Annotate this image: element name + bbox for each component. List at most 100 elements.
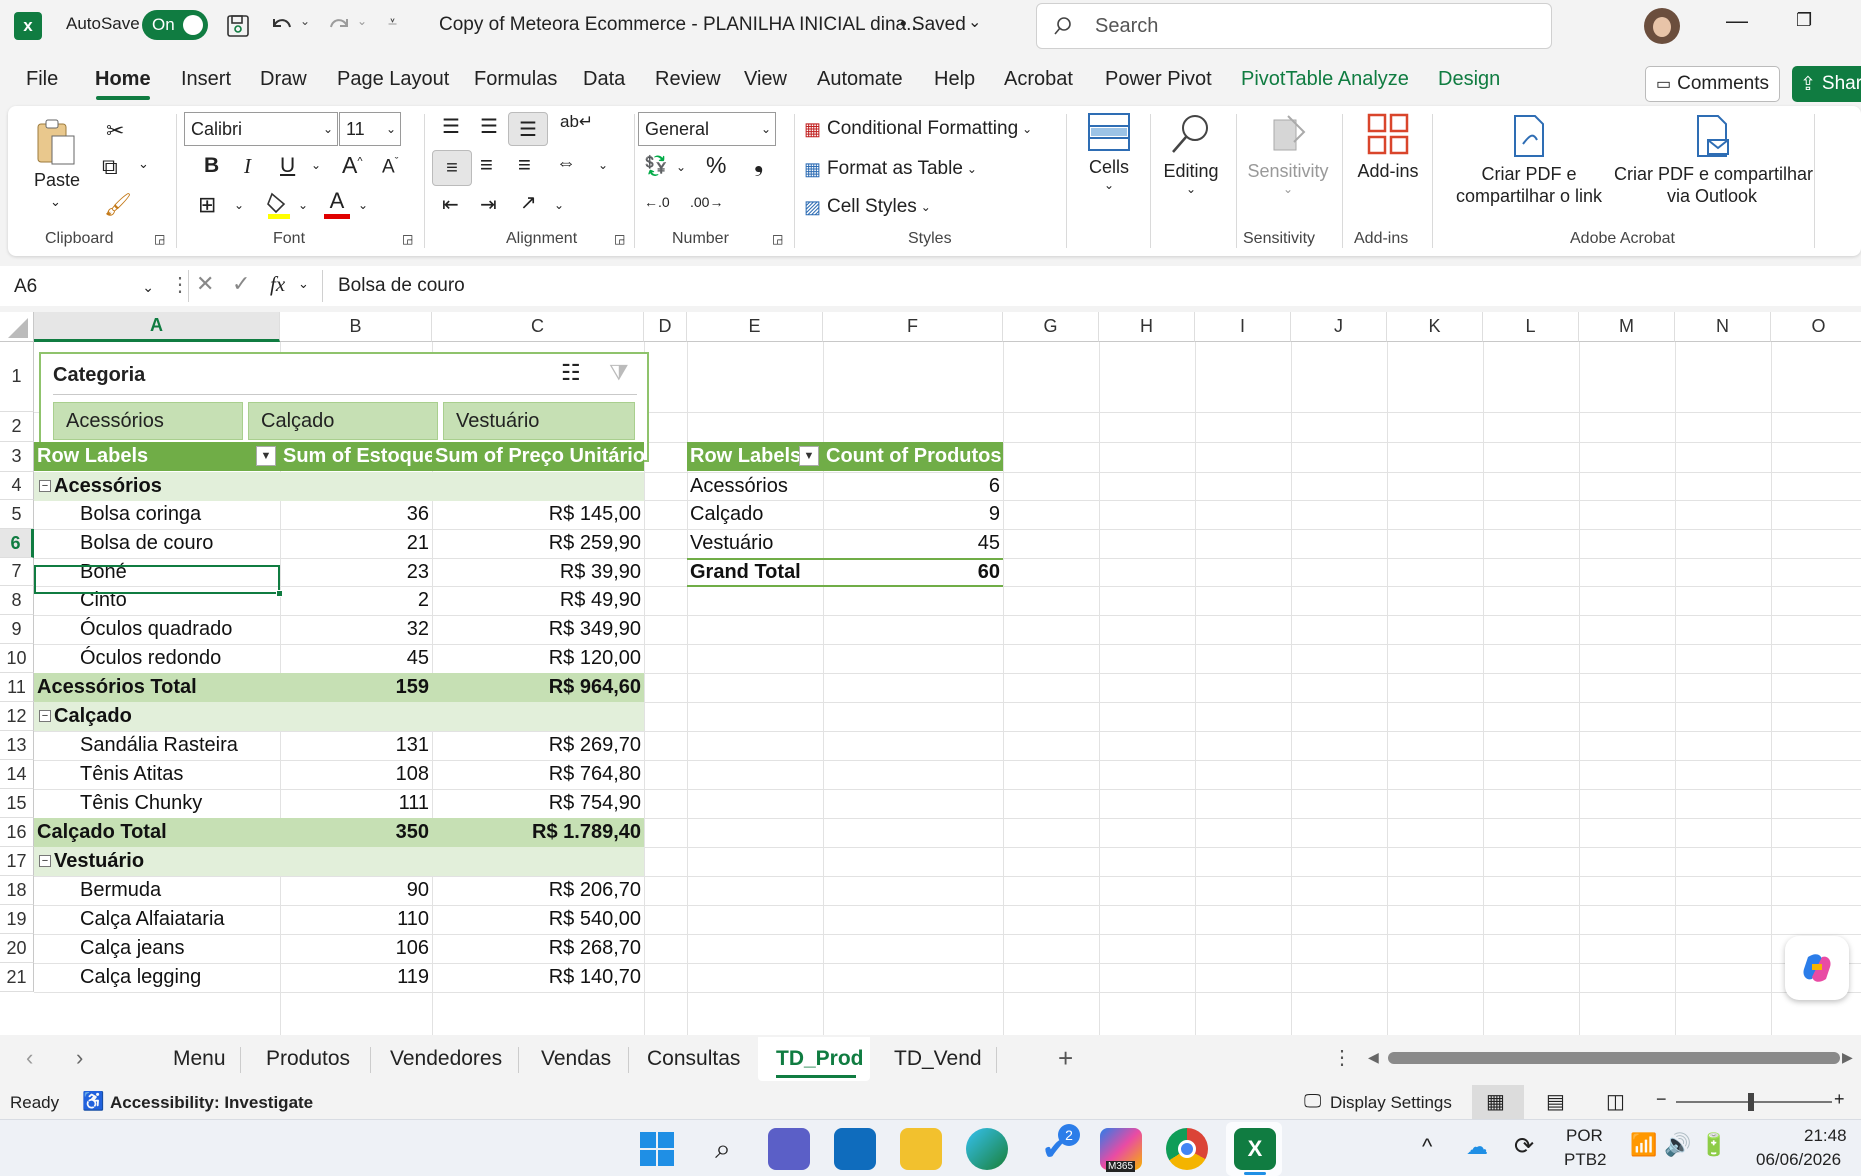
column-header-e[interactable]: E xyxy=(687,312,823,342)
column-header-g[interactable]: G xyxy=(1003,312,1099,342)
pivot2-row-value[interactable]: 45 xyxy=(823,529,1003,558)
row-header-5[interactable]: 5 xyxy=(0,500,34,529)
pivot1-preco-value[interactable]: R$ 1.789,40 xyxy=(432,818,644,847)
row-header-2[interactable]: 2 xyxy=(0,412,34,442)
number-launcher-icon[interactable]: ◲ xyxy=(772,232,783,246)
excel-taskbar-icon[interactable]: X xyxy=(1234,1128,1276,1170)
pivot1-row-label[interactable]: Bolsa coringa xyxy=(34,500,280,529)
scroll-right-icon[interactable]: ▶ xyxy=(1842,1049,1853,1066)
teams-icon[interactable] xyxy=(768,1128,810,1170)
row-header-11[interactable]: 11 xyxy=(0,673,34,702)
pivot1-preco-value[interactable]: R$ 964,60 xyxy=(432,673,644,702)
pivot1-preco-value[interactable]: R$ 206,70 xyxy=(432,876,644,905)
row-header-16[interactable]: 16 xyxy=(0,818,34,847)
pivot1-row-label[interactable]: Óculos quadrado xyxy=(34,615,280,644)
slicer-item-acessorios[interactable]: Acessórios xyxy=(53,402,243,440)
pivot1-row-label[interactable]: Tênis Chunky xyxy=(34,789,280,818)
column-header-i[interactable]: I xyxy=(1195,312,1291,342)
font-color-icon[interactable]: A xyxy=(324,190,350,220)
pivot1-estoque-value[interactable]: 131 xyxy=(280,731,432,760)
pivot1-row-label[interactable]: Calça Alfaiataria xyxy=(34,905,280,934)
pivot1-estoque-value[interactable]: 110 xyxy=(280,905,432,934)
scroll-left-icon[interactable]: ◀ xyxy=(1368,1049,1379,1066)
row-header-21[interactable]: 21 xyxy=(0,963,34,992)
number-format-dropdown[interactable]: General ⌄ xyxy=(638,112,776,146)
column-header-f[interactable]: F xyxy=(823,312,1003,342)
show-hidden-icons[interactable]: ^ xyxy=(1422,1134,1432,1160)
pivot1-row-label[interactable]: Bermuda xyxy=(34,876,280,905)
insert-function-icon[interactable]: fx xyxy=(270,272,285,297)
row-header-12[interactable]: 12 xyxy=(0,702,34,731)
sheet-tab-vendas[interactable]: Vendas xyxy=(541,1047,611,1071)
increase-font-icon[interactable]: A^ xyxy=(342,152,363,179)
pivot1-row-label[interactable]: Óculos redondo xyxy=(34,644,280,673)
percent-icon[interactable]: % xyxy=(706,152,726,179)
currency-dropdown-icon[interactable]: ⌄ xyxy=(676,160,686,174)
borders-dropdown-icon[interactable]: ⌄ xyxy=(234,198,244,212)
tab-view[interactable]: View xyxy=(744,68,787,91)
language-line2[interactable]: PTB2 xyxy=(1564,1150,1607,1170)
pivot1-row-label[interactable]: Tênis Atitas xyxy=(34,760,280,789)
row-header-19[interactable]: 19 xyxy=(0,905,34,934)
pivot2-row-label[interactable]: Acessórios xyxy=(687,472,823,501)
wrap-text-icon[interactable]: ab↵ xyxy=(560,112,593,132)
create-pdf-outlook-button[interactable]: Criar PDF e compartilhar via Outlook xyxy=(1614,114,1813,224)
multi-select-icon[interactable]: ☷ xyxy=(561,360,581,386)
align-left-icon[interactable]: ≡ xyxy=(432,150,472,186)
create-pdf-share-link-button[interactable]: Criar PDF e compartilhar o link xyxy=(1444,114,1614,224)
copy-icon[interactable]: ⧉ xyxy=(102,154,118,180)
tab-pivottable-analyze[interactable]: PivotTable Analyze xyxy=(1241,68,1409,91)
pivot1-row-label[interactable]: Calça legging xyxy=(34,963,280,992)
format-as-table-button[interactable]: ▦ Format as Table ⌄ xyxy=(804,152,977,186)
zoom-slider[interactable] xyxy=(1676,1101,1832,1103)
restore-icon[interactable]: ❐ xyxy=(1796,10,1812,31)
align-middle-icon[interactable]: ☰ xyxy=(480,114,498,139)
pivot1-preco-value[interactable] xyxy=(432,847,644,876)
m365-icon[interactable]: M365 xyxy=(1100,1128,1142,1172)
pivot1-estoque-value[interactable] xyxy=(280,702,432,731)
pivot1-row-label[interactable]: Calça jeans xyxy=(34,934,280,963)
column-header-c[interactable]: C xyxy=(432,312,644,342)
clipboard-launcher-icon[interactable]: ◲ xyxy=(154,232,165,246)
file-explorer-icon[interactable] xyxy=(900,1128,942,1170)
pivot2-row-value[interactable]: 9 xyxy=(823,500,1003,529)
sheet-tab-produtos[interactable]: Produtos xyxy=(266,1047,350,1071)
add-ins-button[interactable]: Add-ins xyxy=(1348,112,1428,202)
currency-icon[interactable]: 💱 xyxy=(644,154,668,178)
pivot1-estoque-value[interactable]: 32 xyxy=(280,615,432,644)
worksheet-grid[interactable]: ABCDEFGHIJKLMNO 1 2 3 4 5 6 7 8 9 10 11 12 13 14 15 16 1… xyxy=(0,312,1861,1035)
fx-dropdown-icon[interactable]: ⌄ xyxy=(298,276,309,292)
increase-decimal-icon[interactable]: ←.0 xyxy=(644,194,670,210)
pivot1-row-label[interactable]: Bolsa de couro xyxy=(34,529,280,558)
sheet-options-icon[interactable]: ⋮ xyxy=(1332,1045,1352,1070)
battery-icon[interactable]: 🔋 xyxy=(1700,1132,1727,1158)
wifi-icon[interactable]: 📶 xyxy=(1630,1132,1657,1158)
sheet-tab-td-vend[interactable]: TD_Vend xyxy=(894,1047,982,1071)
redo-dropdown-icon[interactable]: ⌄ xyxy=(357,14,367,28)
row-header-6[interactable]: 6 xyxy=(0,529,34,558)
pivot2-row-value[interactable]: 6 xyxy=(823,472,1003,501)
fill-color-dropdown-icon[interactable]: ⌄ xyxy=(298,198,308,212)
underline-icon[interactable]: U xyxy=(280,154,295,178)
row-header-17[interactable]: 17 xyxy=(0,847,34,876)
display-settings-icon[interactable]: 🖵 xyxy=(1304,1091,1321,1112)
row-header-3[interactable]: 3 xyxy=(0,442,34,472)
row-header-10[interactable]: 10 xyxy=(0,644,34,673)
alignment-launcher-icon[interactable]: ◲ xyxy=(614,232,625,246)
pivot1-estoque-value[interactable]: 119 xyxy=(280,963,432,992)
tab-review[interactable]: Review xyxy=(655,68,721,91)
align-bottom-icon[interactable]: ☰ xyxy=(508,112,548,146)
row-header-13[interactable]: 13 xyxy=(0,731,34,760)
search-box[interactable]: Search xyxy=(1036,3,1552,49)
font-launcher-icon[interactable]: ◲ xyxy=(402,232,413,246)
pivot2-row-label[interactable]: Calçado xyxy=(687,500,823,529)
avatar[interactable] xyxy=(1644,8,1680,44)
orientation-dropdown-icon[interactable]: ⌄ xyxy=(554,198,564,212)
enter-icon[interactable]: ✓ xyxy=(232,271,250,297)
font-name-dropdown[interactable]: Calibri ⌄ xyxy=(184,112,338,146)
editing-button[interactable]: Editing ⌄ xyxy=(1156,112,1226,202)
pivot1-preco-value[interactable]: R$ 140,70 xyxy=(432,963,644,992)
sheet-tab-td-prod[interactable]: TD_Prod xyxy=(776,1047,864,1071)
cells-button[interactable]: Cells ⌄ xyxy=(1080,112,1138,194)
onedrive-icon[interactable]: ☁ xyxy=(1466,1134,1488,1160)
